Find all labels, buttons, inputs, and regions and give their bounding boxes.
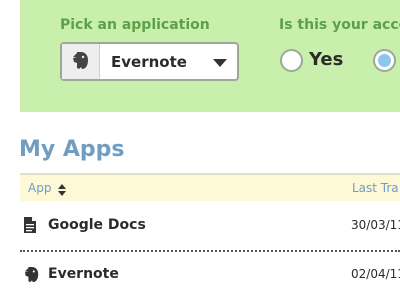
app-picker-panel: Pick an application Evernote Is this you… xyxy=(20,0,400,112)
table-row[interactable]: Evernote 02/04/11, xyxy=(20,254,400,296)
chevron-down-icon xyxy=(213,59,227,67)
app-name: Evernote xyxy=(48,266,119,282)
table-row[interactable]: Google Docs 30/03/11, xyxy=(20,205,400,247)
section-title-my-apps: My Apps xyxy=(19,137,125,162)
apps-table-header: App Last Tra xyxy=(20,173,400,201)
app-name: Google Docs xyxy=(48,217,146,233)
column-header-last-transfer[interactable]: Last Tra xyxy=(352,181,399,195)
evernote-elephant-icon xyxy=(62,44,100,79)
sort-icon[interactable] xyxy=(58,181,66,200)
evernote-elephant-icon xyxy=(24,266,40,288)
document-icon xyxy=(24,217,36,237)
selected-application: Evernote xyxy=(111,53,187,71)
radio-yes[interactable] xyxy=(280,49,303,72)
last-transfer-date: 30/03/11, xyxy=(351,218,400,232)
radio-yes-label: Yes xyxy=(309,49,344,70)
pick-application-label: Pick an application xyxy=(60,17,210,33)
application-select[interactable]: Evernote xyxy=(60,42,239,81)
radio-no[interactable] xyxy=(373,49,396,72)
last-transfer-date: 02/04/11, xyxy=(351,267,400,281)
account-question-label: Is this your accou xyxy=(279,17,400,33)
row-divider xyxy=(20,250,400,252)
column-header-app[interactable]: App xyxy=(28,181,51,195)
